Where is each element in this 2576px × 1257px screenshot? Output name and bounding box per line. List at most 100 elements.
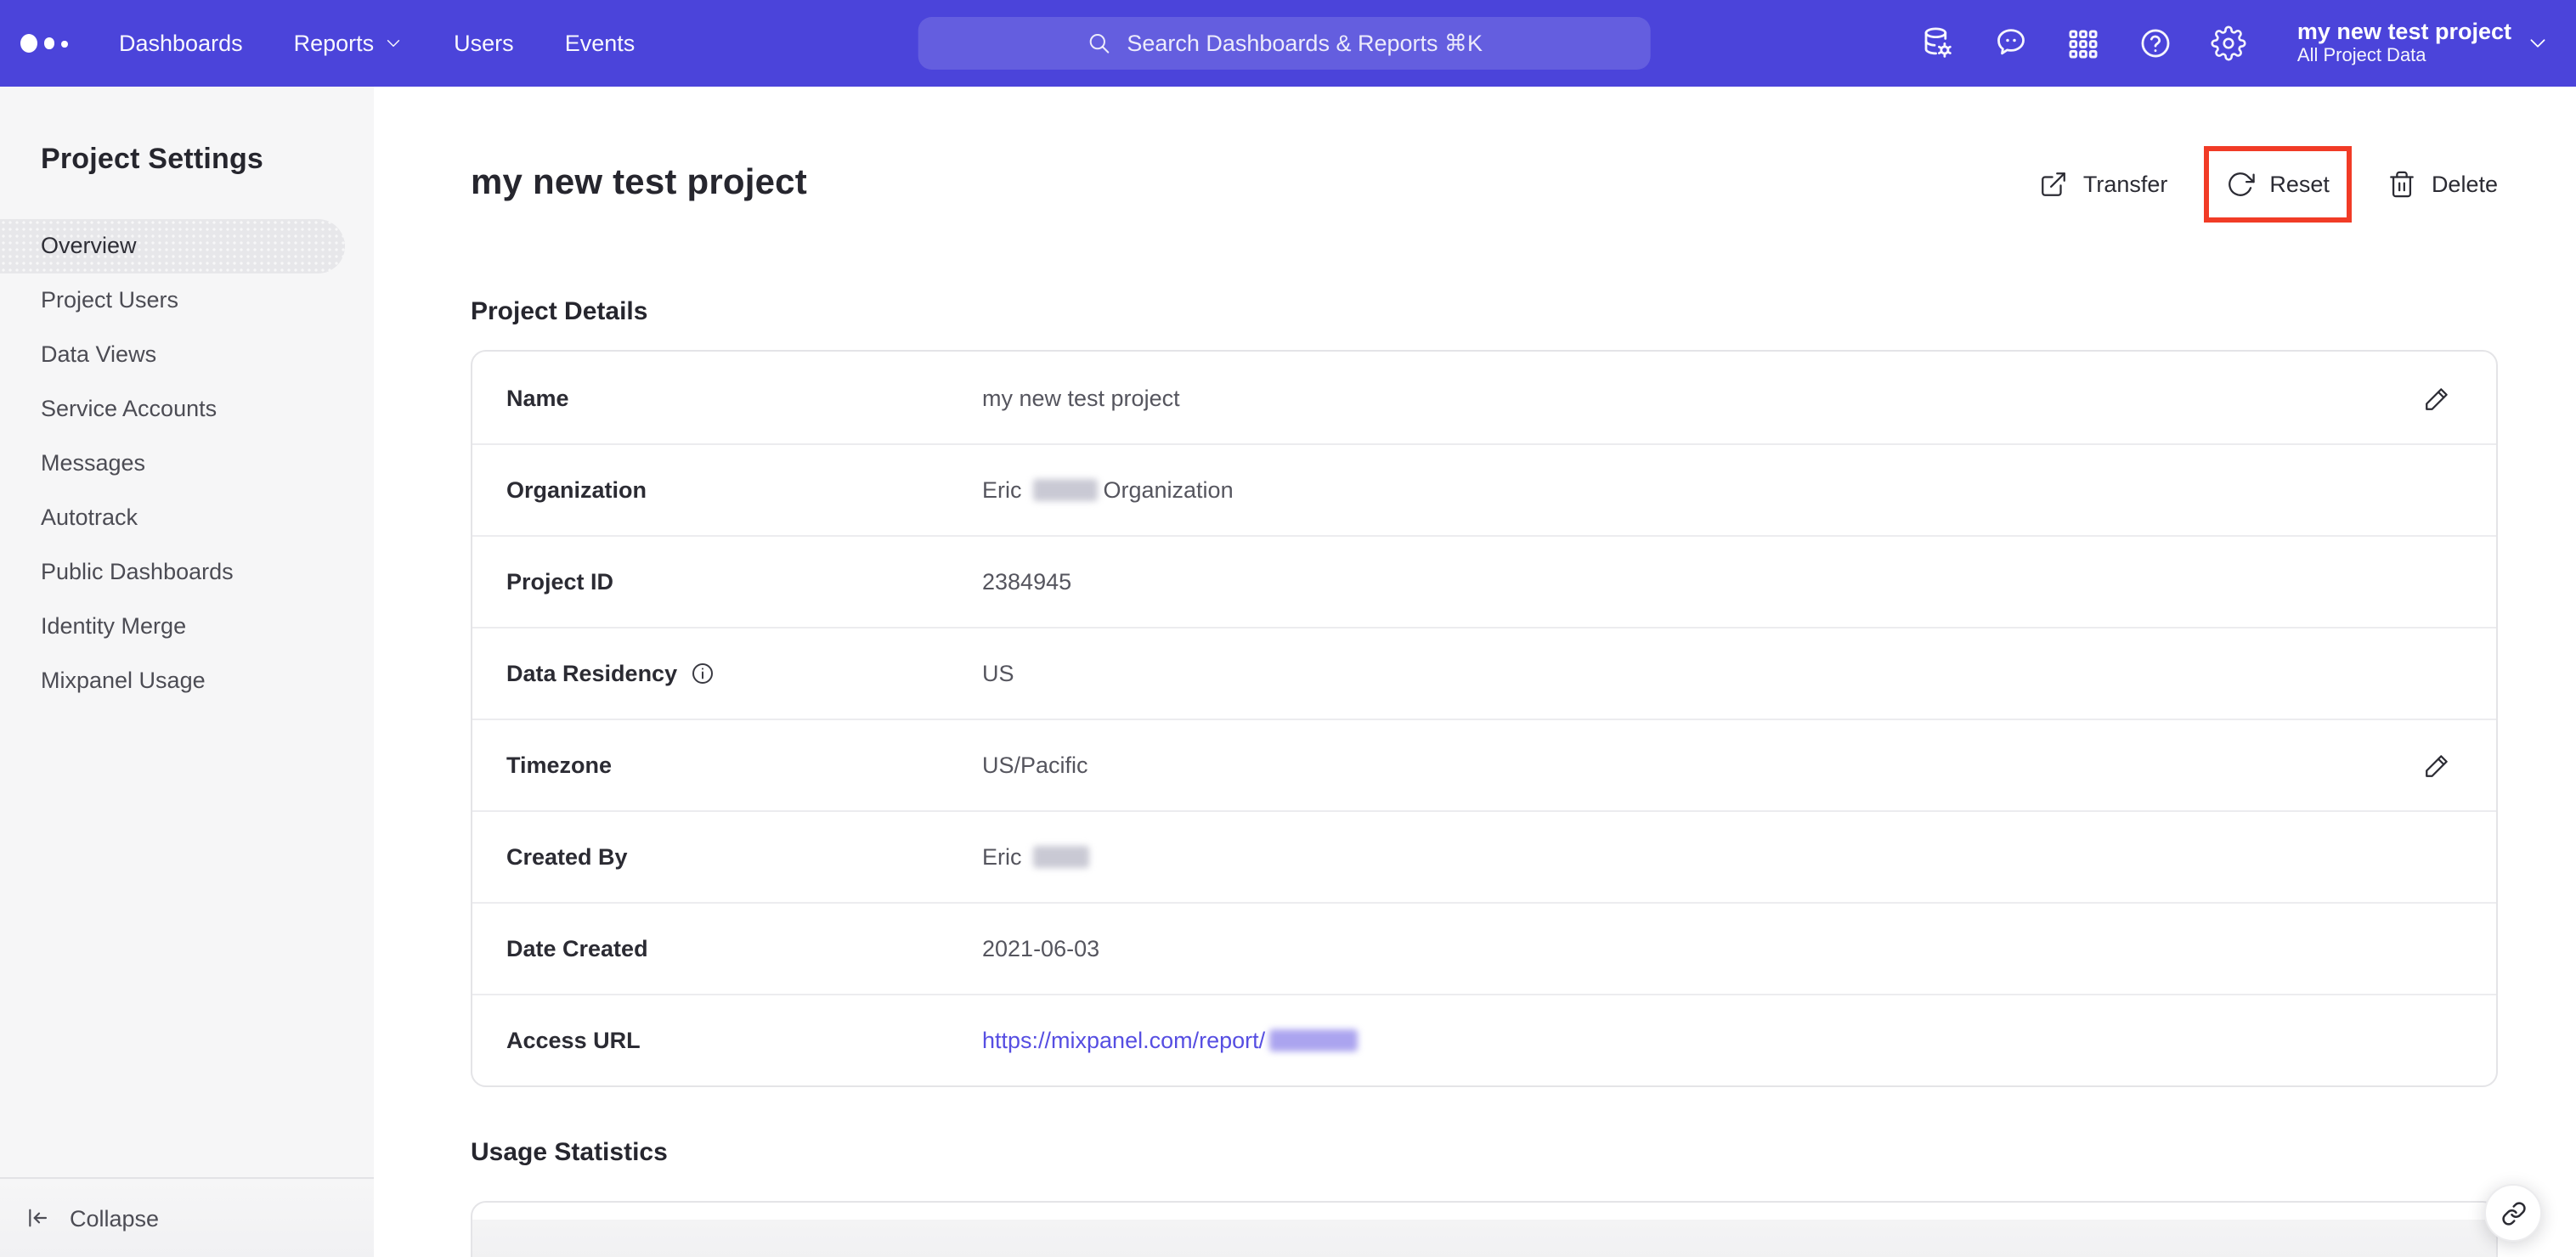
navbar-right: my new test project All Project Data — [1920, 19, 2549, 68]
row-value: Eric — [982, 844, 1095, 870]
delete-label: Delete — [2431, 171, 2498, 196]
sidebar-item-autotrack[interactable]: Autotrack — [0, 491, 374, 545]
reset-annotation-wrapper: Reset — [2203, 145, 2352, 222]
trash-icon — [2390, 170, 2414, 197]
search-icon — [1089, 34, 1109, 54]
detail-row-access-url: Access URL https://mixpanel.com/report/ — [472, 994, 2496, 1085]
transfer-label: Transfer — [2082, 171, 2168, 196]
row-label: Timezone — [506, 753, 613, 778]
access-url-link[interactable]: https://mixpanel.com/report/ — [982, 1028, 1362, 1053]
project-actions: Transfer Reset Delete — [2039, 145, 2498, 222]
row-label: Name — [506, 385, 569, 410]
help-icon — [2141, 29, 2170, 58]
edit-timezone-button[interactable] — [2423, 751, 2452, 780]
refresh-icon — [2228, 172, 2255, 195]
row-value: 2021-06-03 — [982, 936, 1100, 961]
collapse-sidebar-button[interactable]: Collapse — [0, 1204, 159, 1232]
usage-statistics-card — [471, 1201, 2498, 1257]
nav-dashboards[interactable]: Dashboards — [119, 31, 243, 56]
collapse-to-left-icon — [29, 1209, 48, 1227]
organization-prefix: Eric — [982, 477, 1022, 503]
settings-sidebar: Project Settings Overview Project Users … — [0, 87, 374, 1257]
organization-suffix: Organization — [1103, 477, 1234, 503]
data-management-button[interactable] — [1920, 25, 1956, 61]
pencil-icon — [2426, 755, 2448, 777]
feedback-button[interactable] — [1993, 25, 2029, 61]
row-label: Access URL — [506, 1028, 641, 1053]
current-project-name: my new test project — [2296, 19, 2511, 44]
detail-row-created-by: Created By Eric — [472, 810, 2496, 902]
current-project-scope: All Project Data — [2296, 46, 2426, 66]
created-by-prefix: Eric — [982, 844, 1022, 870]
settings-gear-icon — [2211, 25, 2246, 61]
page-title: my new test project — [471, 163, 807, 202]
sidebar-item-identity-merge[interactable]: Identity Merge — [0, 600, 374, 654]
app-root: Dashboards Reports Users Events Search D… — [0, 0, 2576, 1257]
row-label: Data Residency — [506, 661, 982, 686]
sidebar-footer: Collapse — [0, 1177, 374, 1257]
apps-button[interactable] — [2066, 26, 2100, 60]
reset-label: Reset — [2269, 171, 2330, 196]
mixpanel-logo-icon[interactable] — [20, 34, 68, 53]
detail-row-data-residency: Data Residency US — [472, 627, 2496, 719]
row-value: Eric Organization — [982, 477, 1234, 503]
data-residency-info-button[interactable] — [689, 661, 715, 686]
search-input[interactable]: Search Dashboards & Reports ⌘K — [918, 17, 1651, 70]
sidebar-item-project-users[interactable]: Project Users — [0, 273, 374, 328]
project-details-card: Name my new test project Organization Er… — [471, 350, 2498, 1087]
sidebar-item-messages[interactable]: Messages — [0, 437, 374, 491]
row-label: Organization — [506, 477, 647, 503]
row-label: Project ID — [506, 569, 614, 595]
settings-button[interactable] — [2211, 25, 2246, 61]
project-switcher[interactable]: my new test project All Project Data — [2297, 19, 2549, 68]
page-header: my new test project Transfer Reset Delet… — [471, 87, 2498, 222]
redacted-text — [1033, 479, 1099, 501]
sidebar-title: Project Settings — [41, 143, 264, 175]
detail-row-project-id: Project ID 2384945 — [472, 535, 2496, 627]
collapse-label: Collapse — [70, 1205, 160, 1231]
row-value: my new test project — [982, 385, 1180, 410]
usage-loading-skeleton — [472, 1220, 2496, 1257]
nav-events[interactable]: Events — [565, 31, 636, 56]
primary-nav: Dashboards Reports Users Events — [119, 31, 635, 56]
external-link-icon — [2041, 172, 2065, 195]
sidebar-nav: Overview Project Users Data Views Servic… — [0, 219, 374, 708]
apps-grid-icon — [2069, 29, 2098, 58]
row-label: Date Created — [506, 936, 648, 961]
nav-users[interactable]: Users — [454, 31, 514, 56]
row-value: US/Pacific — [982, 753, 1088, 778]
sidebar-item-data-views[interactable]: Data Views — [0, 328, 374, 382]
row-label: Created By — [506, 844, 628, 870]
data-residency-label: Data Residency — [506, 661, 678, 686]
link-icon — [2501, 1201, 2525, 1225]
info-icon — [692, 662, 713, 685]
reset-button[interactable]: Reset — [2225, 169, 2330, 198]
pencil-icon — [2426, 387, 2448, 409]
logo-dot-small — [61, 40, 68, 47]
logo-dot-large — [20, 34, 37, 53]
delete-button[interactable]: Delete — [2387, 169, 2498, 198]
share-link-button[interactable] — [2484, 1184, 2542, 1242]
redacted-text — [1268, 1029, 1358, 1051]
chat-bubble-icon — [1997, 29, 2025, 55]
detail-row-date-created: Date Created 2021-06-03 — [472, 902, 2496, 994]
detail-row-timezone: Timezone US/Pacific — [472, 719, 2496, 810]
chevron-down-icon — [2530, 39, 2545, 48]
nav-reports[interactable]: Reports — [294, 31, 404, 56]
search-placeholder: Search Dashboards & Reports ⌘K — [1127, 30, 1483, 55]
help-button[interactable] — [2138, 25, 2173, 61]
usage-section-heading: Usage Statistics — [471, 1138, 668, 1167]
detail-row-organization: Organization Eric Organization — [472, 443, 2496, 535]
redacted-text — [1033, 846, 1090, 868]
sidebar-item-public-dashboards[interactable]: Public Dashboards — [0, 545, 374, 600]
sidebar-item-overview[interactable]: Overview — [0, 219, 345, 273]
main-content: my new test project Transfer Reset Delet… — [374, 87, 2576, 1257]
edit-name-button[interactable] — [2423, 383, 2452, 412]
logo-dot-medium — [44, 37, 55, 49]
project-switcher-labels: my new test project All Project Data — [2297, 19, 2511, 68]
sidebar-item-service-accounts[interactable]: Service Accounts — [0, 382, 374, 437]
sidebar-item-mixpanel-usage[interactable]: Mixpanel Usage — [0, 654, 374, 708]
nav-reports-label: Reports — [293, 31, 375, 56]
transfer-button[interactable]: Transfer — [2039, 169, 2168, 198]
chevron-down-icon — [387, 40, 400, 47]
